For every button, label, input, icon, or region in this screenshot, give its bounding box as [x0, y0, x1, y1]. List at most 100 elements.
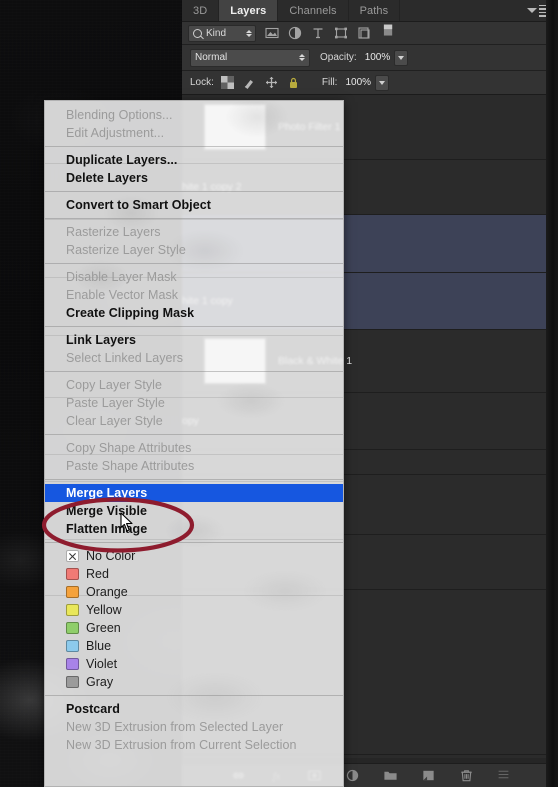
menu-item: Disable Layer Mask — [45, 268, 343, 286]
filter-type-buttons — [265, 26, 371, 40]
menu-item[interactable]: Gray — [45, 673, 343, 691]
menu-item-label: Link Layers — [66, 333, 136, 347]
filter-kind-select[interactable]: Kind — [188, 25, 256, 42]
menu-item[interactable]: Merge Visible — [45, 502, 343, 520]
color-swatch-icon — [66, 622, 79, 634]
menu-item: Rasterize Layer Style — [45, 241, 343, 259]
photoshop-window: 3D Layers Channels Paths Kind — [0, 0, 558, 787]
new-group-icon[interactable] — [383, 768, 398, 783]
menu-item-label: New 3D Extrusion from Selected Layer — [66, 720, 283, 734]
menu-item-label: Blending Options... — [66, 108, 173, 122]
tab-layers-label: Layers — [230, 5, 266, 17]
opacity-field[interactable]: 100% — [361, 50, 409, 66]
tab-layers[interactable]: Layers — [219, 0, 278, 21]
stepper-icon — [299, 54, 305, 61]
tab-3d-label: 3D — [193, 5, 207, 17]
menu-item-label: Duplicate Layers... — [66, 153, 177, 167]
opacity-label: Opacity: — [320, 52, 357, 63]
shape-layer-filter-icon[interactable] — [334, 26, 348, 40]
menu-separator — [45, 695, 343, 696]
menu-item: Enable Vector Mask — [45, 286, 343, 304]
color-swatch-icon — [66, 568, 79, 580]
tab-3d[interactable]: 3D — [182, 0, 219, 21]
tab-channels-label: Channels — [289, 5, 336, 17]
color-swatch-icon — [66, 586, 79, 598]
menu-separator — [45, 191, 343, 192]
menu-item[interactable]: Green — [45, 619, 343, 637]
panel-options-icon[interactable] — [497, 768, 512, 783]
menu-item[interactable]: Orange — [45, 583, 343, 601]
color-swatch-icon — [66, 676, 79, 688]
menu-item[interactable]: Merge Layers — [45, 484, 343, 502]
menu-item[interactable]: No Color — [45, 547, 343, 565]
menu-item-label: Flatten Image — [66, 522, 147, 536]
lock-all-icon[interactable] — [287, 76, 300, 89]
filter-toggle-icon[interactable] — [383, 23, 394, 43]
pixel-layer-filter-icon[interactable] — [265, 26, 279, 40]
menu-item-label: Create Clipping Mask — [66, 306, 194, 320]
menu-item[interactable]: Postcard — [45, 700, 343, 718]
lock-transparent-pixels-icon[interactable] — [221, 76, 234, 89]
menu-item-label: Copy Layer Style — [66, 378, 162, 392]
menu-item-label: Disable Layer Mask — [66, 270, 177, 284]
menu-item-label: Violet — [86, 657, 117, 671]
chevron-down-icon[interactable] — [375, 75, 389, 91]
menu-item-label: Yellow — [86, 603, 122, 617]
menu-item[interactable]: Yellow — [45, 601, 343, 619]
menu-item-label: Edit Adjustment... — [66, 126, 164, 140]
context-menu-items: Blending Options... Edit Adjustment... Dup… — [45, 101, 343, 754]
menu-item-label: Red — [86, 567, 109, 581]
delete-layer-icon[interactable] — [459, 768, 474, 783]
lock-bar: Lock: Fill: 100% — [182, 71, 558, 95]
blend-mode-select[interactable]: Normal — [190, 49, 310, 67]
menu-separator — [45, 371, 343, 372]
type-layer-filter-icon[interactable] — [311, 26, 325, 40]
menu-item[interactable]: Delete Layers — [45, 169, 343, 187]
tab-paths[interactable]: Paths — [349, 0, 401, 21]
menu-item-label: No Color — [86, 549, 135, 563]
menu-item: Copy Shape Attributes — [45, 439, 343, 457]
menu-item-label: Select Linked Layers — [66, 351, 183, 365]
menu-item: New 3D Extrusion from Current Selection — [45, 736, 343, 754]
layer-context-menu[interactable]: Blending Options... Edit Adjustment... Dup… — [44, 100, 344, 787]
menu-item-label: Paste Shape Attributes — [66, 459, 194, 473]
tab-bar-filler — [400, 0, 520, 21]
menu-separator — [45, 326, 343, 327]
menu-item[interactable]: Flatten Image — [45, 520, 343, 538]
color-swatch-icon — [66, 550, 79, 562]
menu-item-label: Blue — [86, 639, 111, 653]
tab-channels[interactable]: Channels — [278, 0, 348, 21]
new-layer-icon[interactable] — [421, 768, 436, 783]
new-adjustment-layer-icon[interactable] — [345, 768, 360, 783]
menu-item[interactable]: Red — [45, 565, 343, 583]
color-swatch-icon — [66, 658, 79, 670]
menu-item[interactable]: Convert to Smart Object — [45, 196, 343, 214]
menu-separator — [45, 263, 343, 264]
adjustment-layer-filter-icon[interactable] — [288, 26, 302, 40]
smart-object-filter-icon[interactable] — [357, 26, 371, 40]
chevron-down-icon[interactable] — [394, 50, 408, 66]
menu-item: Blending Options... — [45, 106, 343, 124]
menu-separator — [45, 146, 343, 147]
fill-field[interactable]: 100% — [341, 75, 389, 91]
menu-item[interactable]: Blue — [45, 637, 343, 655]
lock-buttons — [221, 76, 300, 89]
menu-separator — [45, 479, 343, 480]
menu-item[interactable]: Violet — [45, 655, 343, 673]
menu-item[interactable]: Create Clipping Mask — [45, 304, 343, 322]
menu-item-label: Enable Vector Mask — [66, 288, 178, 302]
menu-item-label: Rasterize Layer Style — [66, 243, 186, 257]
blend-mode-bar: Normal Opacity: 100% — [182, 45, 558, 71]
menu-item: Paste Shape Attributes — [45, 457, 343, 475]
lock-image-pixels-icon[interactable] — [243, 76, 256, 89]
panel-tab-bar: 3D Layers Channels Paths — [182, 0, 558, 22]
menu-item[interactable]: Duplicate Layers... — [45, 151, 343, 169]
menu-item: Edit Adjustment... — [45, 124, 343, 142]
menu-item: Copy Layer Style — [45, 376, 343, 394]
menu-item-label: Green — [86, 621, 121, 635]
lock-position-icon[interactable] — [265, 76, 278, 89]
menu-item-label: Gray — [86, 675, 113, 689]
fill-value: 100% — [341, 77, 375, 88]
tab-paths-label: Paths — [360, 5, 389, 17]
menu-item[interactable]: Link Layers — [45, 331, 343, 349]
